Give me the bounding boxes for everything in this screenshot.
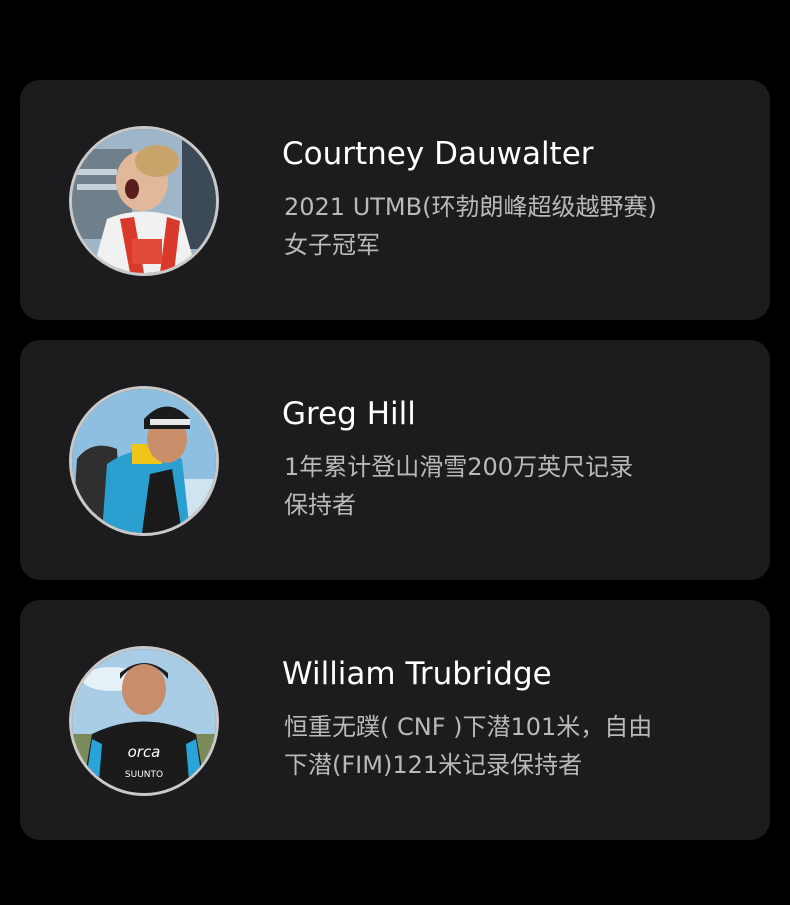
mountaineer-portrait-icon — [72, 389, 216, 533]
athlete-description-line: 1年累计登山滑雪200万英尺记录 — [284, 453, 634, 481]
athlete-name: Courtney Dauwalter — [282, 136, 594, 172]
athlete-description-line: 2021 UTMB(环勃朗峰超级越野赛) — [284, 193, 657, 221]
athlete-description-line: 保持者 — [284, 491, 356, 519]
athlete-card-william: orca SUUNTO William Trubridge 恒重无蹼( CNF … — [20, 600, 770, 840]
suit-logo-suunto: SUUNTO — [125, 770, 163, 780]
athlete-description: 1年累计登山滑雪200万英尺记录 保持者 — [284, 448, 724, 524]
athlete-card-greg: Greg Hill 1年累计登山滑雪200万英尺记录 保持者 — [20, 340, 770, 580]
freediver-portrait-avatar: orca SUUNTO — [69, 646, 219, 796]
athlete-description: 恒重无蹼( CNF )下潜101米，自由 下潜(FIM)121米记录保持者 — [284, 708, 724, 784]
runner-portrait-icon — [72, 129, 216, 273]
athlete-description-line: 下潜(FIM)121米记录保持者 — [284, 751, 583, 779]
athlete-card-courtney: Courtney Dauwalter 2021 UTMB(环勃朗峰超级越野赛) … — [20, 80, 770, 320]
runner-portrait-avatar — [69, 126, 219, 276]
mountaineer-portrait-avatar — [69, 386, 219, 536]
athlete-name: Greg Hill — [282, 396, 416, 432]
athlete-description-line: 恒重无蹼( CNF )下潜101米，自由 — [284, 713, 653, 741]
athlete-description-line: 女子冠军 — [284, 231, 380, 259]
freediver-portrait-icon: orca SUUNTO — [72, 649, 216, 793]
suit-logo-orca: orca — [128, 743, 161, 761]
athlete-name: William Trubridge — [282, 656, 552, 692]
athlete-description: 2021 UTMB(环勃朗峰超级越野赛) 女子冠军 — [284, 188, 724, 264]
